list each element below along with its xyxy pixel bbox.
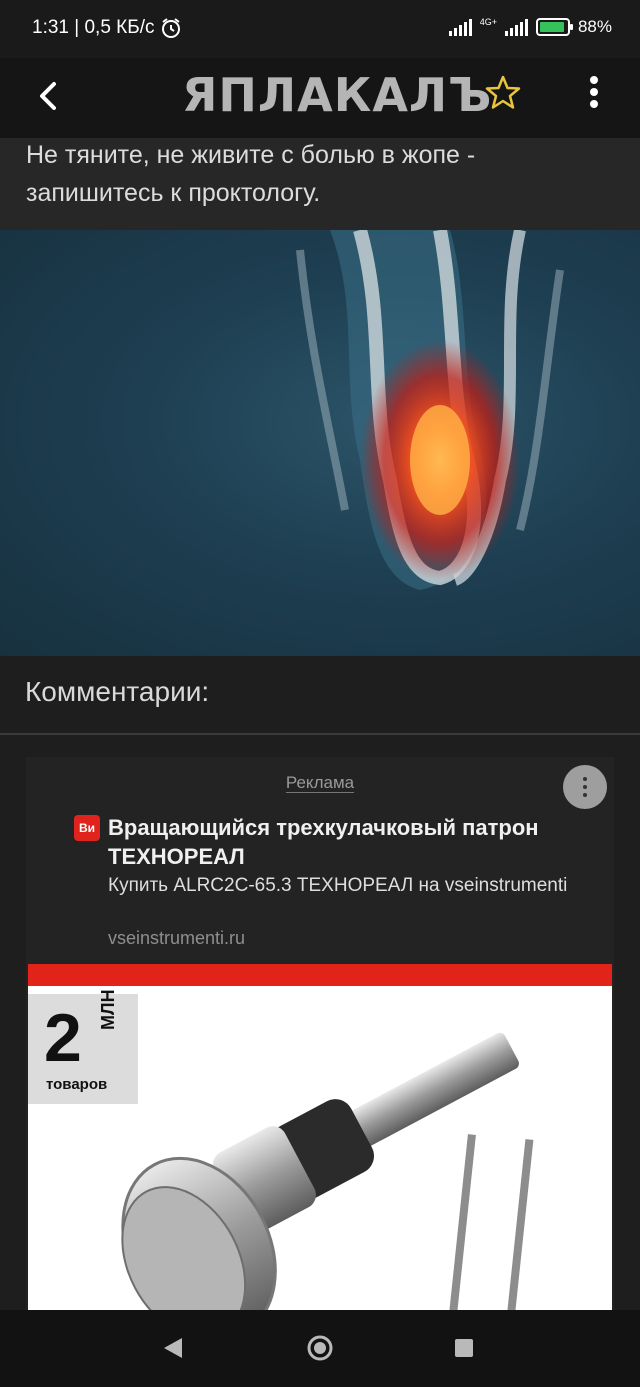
divider (0, 733, 640, 735)
site-logo[interactable]: ЯПЛАКАЛЪ (182, 68, 492, 122)
lathe-chuck-picture (121, 1032, 534, 1317)
signal-icon (448, 18, 472, 36)
ad-domain[interactable]: vseinstrumenti.ru (108, 928, 245, 949)
status-bar: 1:31 | 0,5 КБ/с 4G+ 88% (0, 0, 640, 58)
comments-heading: Комментарии: (25, 676, 210, 707)
ad-image[interactable]: 2 МЛН товаров (28, 964, 612, 1317)
app-header: ЯПЛАКАЛЪ (0, 58, 640, 138)
nav-back-icon[interactable] (162, 1336, 184, 1360)
ad-favicon-icon: Ви (74, 815, 100, 841)
ad-card[interactable]: Реклама Ви Вращающийся трехкулачковый па… (26, 757, 614, 1317)
more-vert-icon[interactable] (563, 765, 607, 809)
signal-2-icon (504, 18, 528, 36)
ad-label: Реклама (285, 773, 355, 793)
battery-percent: 88% (577, 17, 612, 36)
nav-home-icon[interactable] (306, 1334, 334, 1362)
status-time-speed: 1:31 | 0,5 КБ/с (32, 17, 155, 38)
more-vert-icon[interactable] (582, 72, 606, 112)
post-text: Не тяните, не живите с болью в жопе - за… (26, 141, 476, 207)
medical-illustration (296, 230, 564, 590)
ad-description[interactable]: Купить ALRC2C-65.3 ТЕХНОРЕАЛ на vseinstr… (108, 873, 578, 899)
star-icon[interactable] (484, 74, 522, 112)
network-type: 4G+ (479, 17, 497, 27)
battery-icon (535, 18, 573, 36)
nav-recents-icon[interactable] (455, 1339, 473, 1357)
alarm-icon (162, 18, 181, 38)
back-arrow-icon[interactable] (30, 76, 70, 116)
system-nav-bar (0, 1310, 640, 1387)
post-image[interactable] (0, 230, 640, 656)
ad-title[interactable]: Вращающийся трехкулачковый патрон ТЕХНОР… (108, 813, 578, 871)
